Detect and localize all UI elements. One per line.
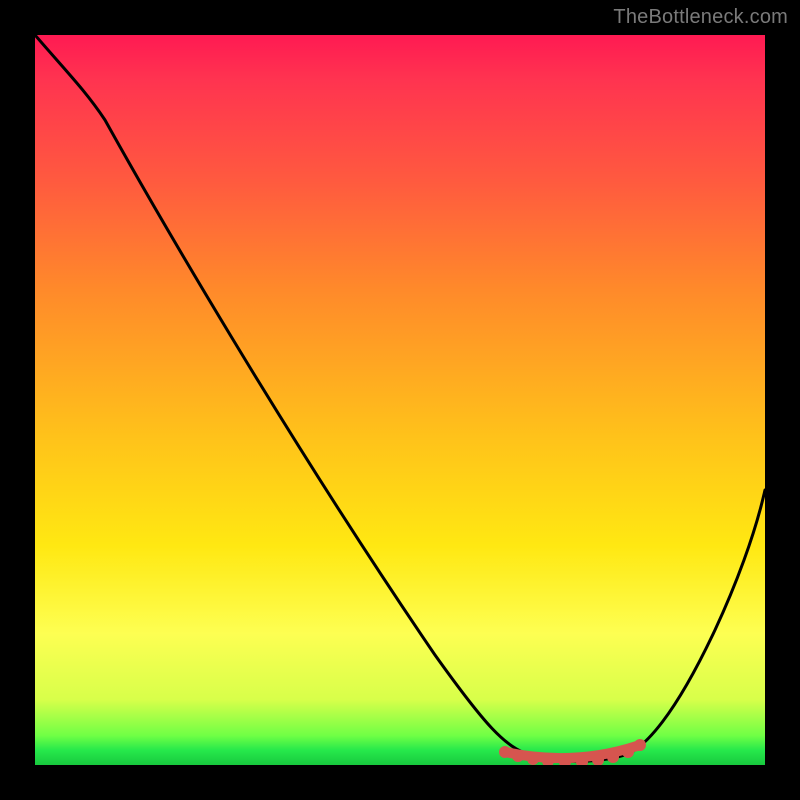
chart-frame: TheBottleneck.com: [0, 0, 800, 800]
watermark-text: TheBottleneck.com: [613, 6, 788, 29]
plot-area: [35, 35, 765, 765]
bottleneck-curve-svg: [35, 35, 765, 765]
bottleneck-curve: [35, 35, 765, 761]
